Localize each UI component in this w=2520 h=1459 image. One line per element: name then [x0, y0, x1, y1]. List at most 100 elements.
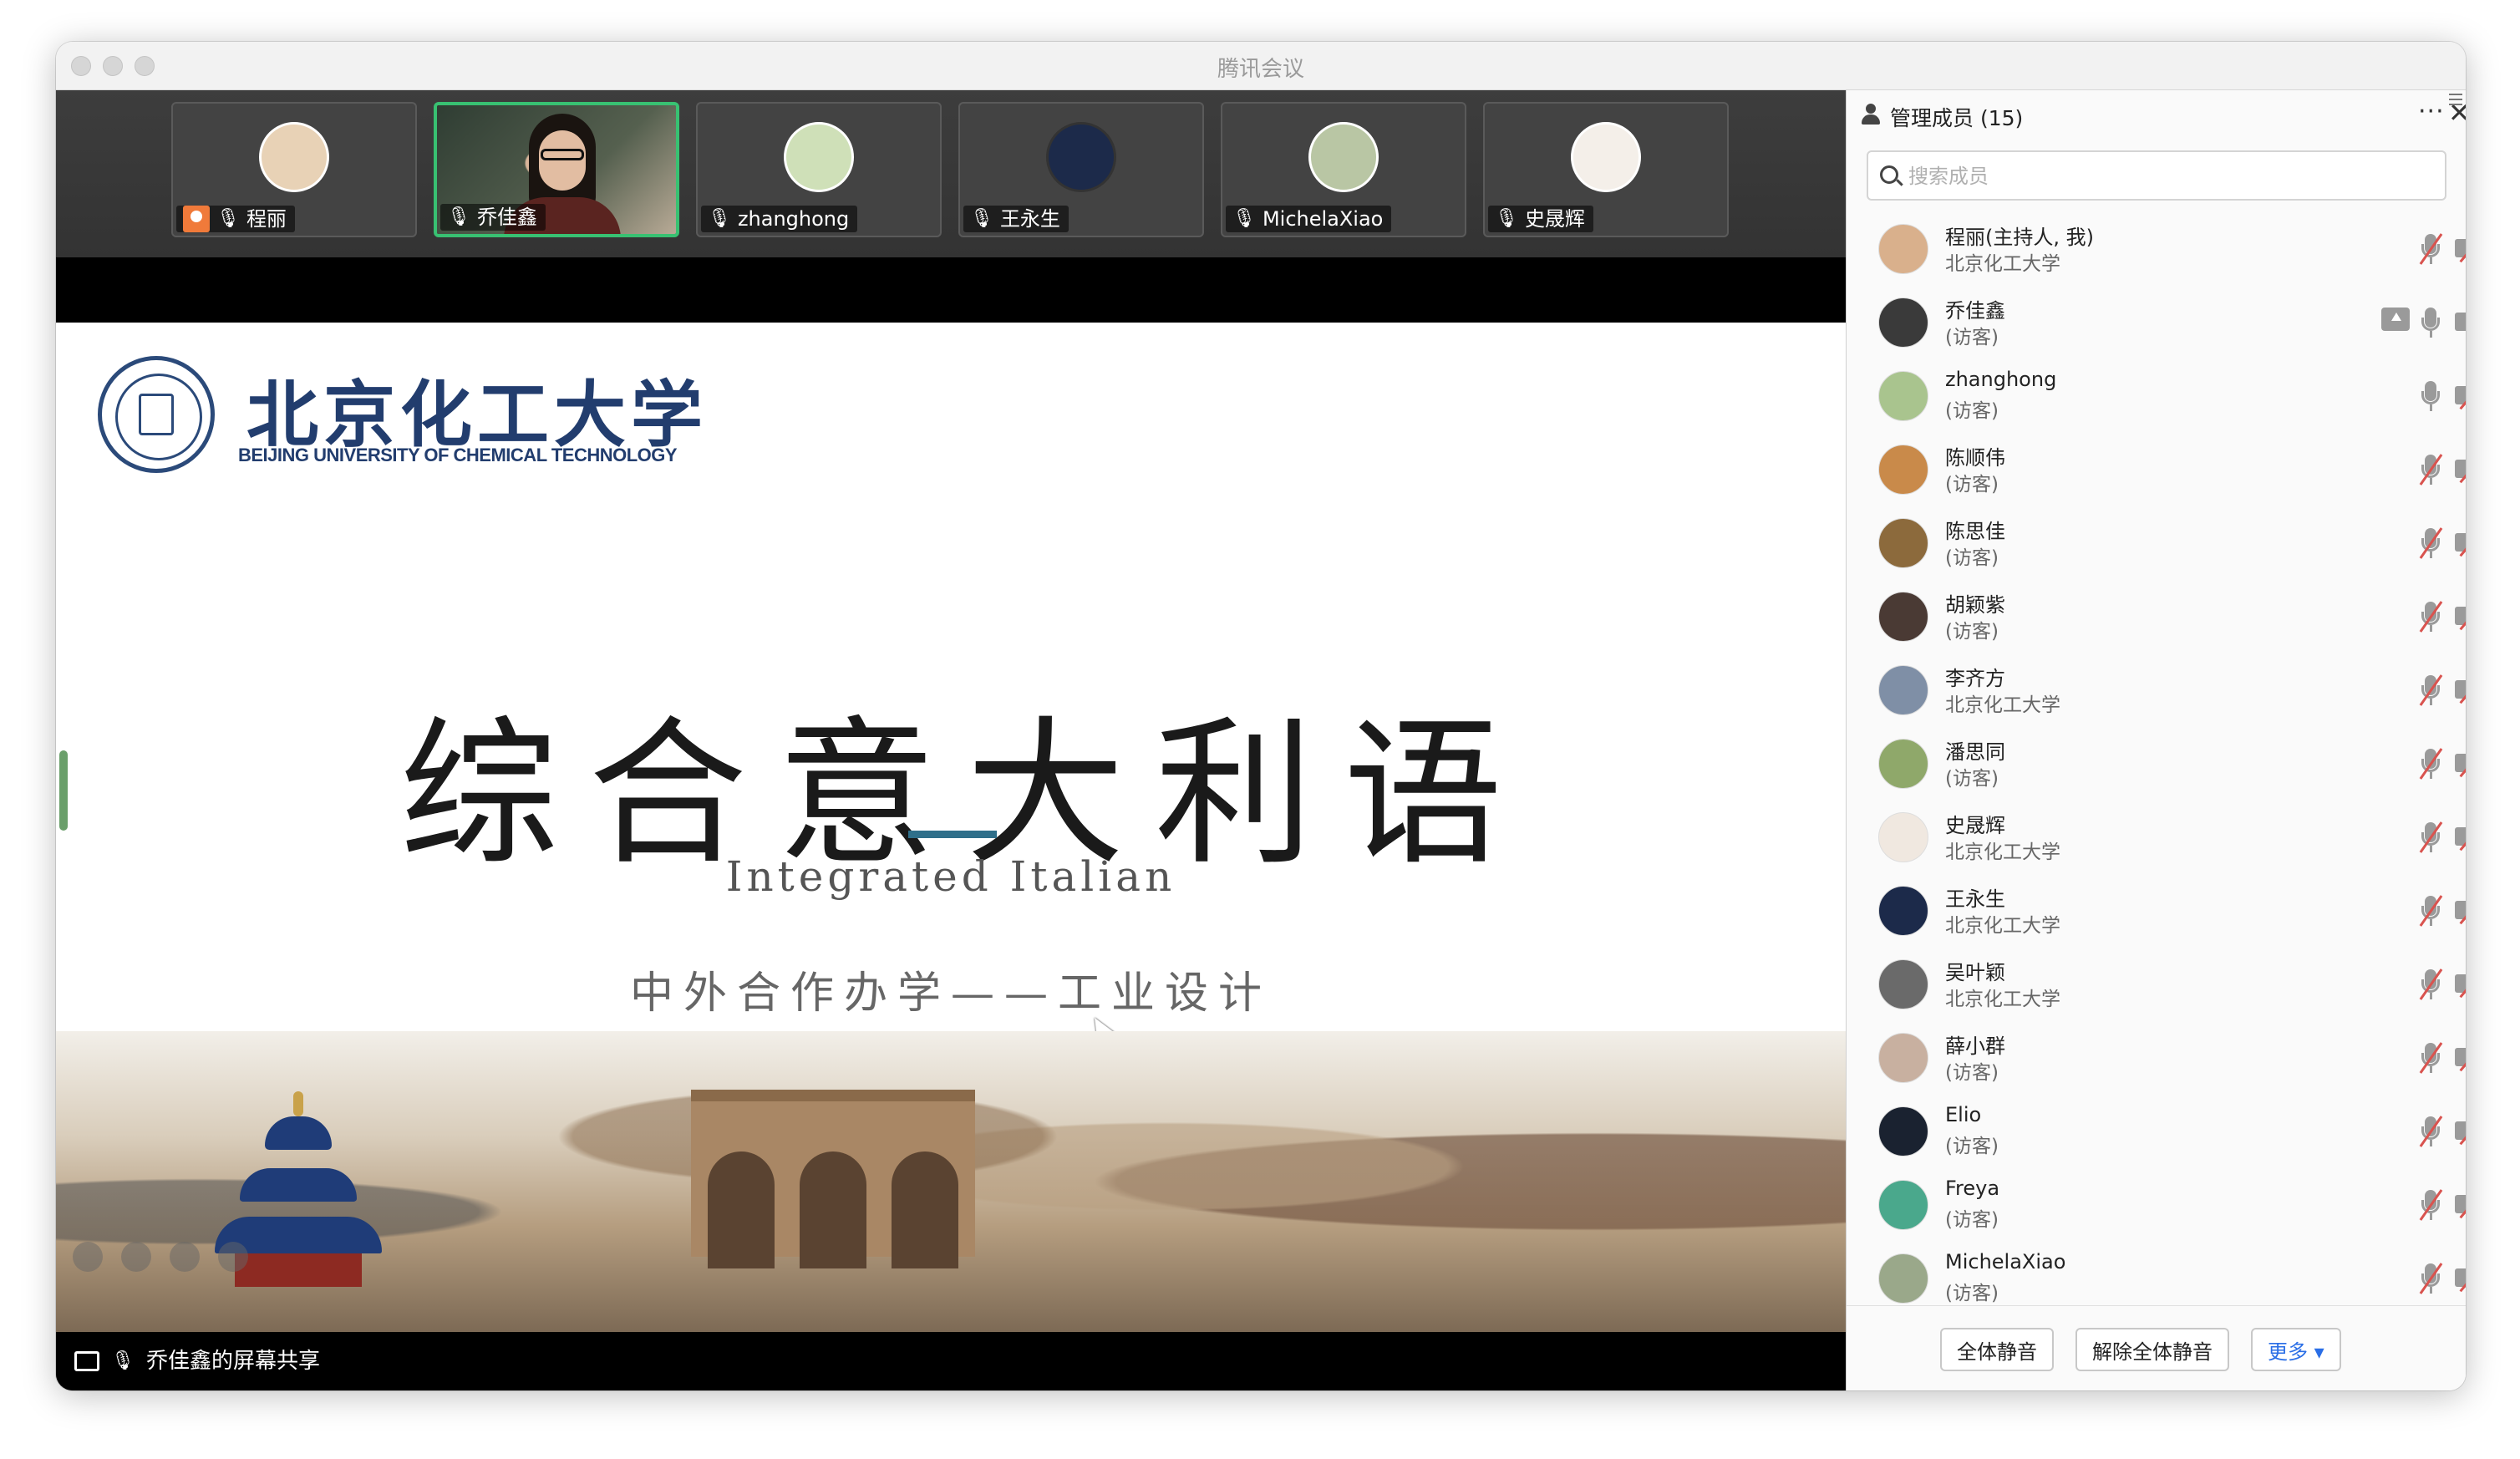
avatar	[1878, 959, 1928, 1009]
mic-muted-icon[interactable]	[2416, 968, 2443, 1001]
camera-off-icon[interactable]	[2455, 235, 2466, 263]
member-row[interactable]: 乔佳鑫 (访客)	[1847, 286, 2466, 359]
avatar	[1878, 445, 1928, 495]
person-icon	[1860, 104, 1882, 125]
members-panel-title: 管理成员 (15)	[1890, 106, 2024, 130]
member-row[interactable]: 陈顺伟 (访客)	[1847, 433, 2466, 506]
play-icon[interactable]	[121, 1242, 151, 1272]
camera-off-icon[interactable]	[2455, 970, 2466, 999]
tile-name-label: 🎙 史晟辉	[1488, 206, 1593, 232]
video-tile[interactable]: 🎙 王永生	[958, 102, 1204, 237]
video-tile[interactable]: 🎙 MichelaXiao	[1221, 102, 1466, 237]
avatar	[1878, 297, 1928, 348]
camera-off-icon[interactable]	[2455, 750, 2466, 778]
mic-muted-icon[interactable]	[2416, 600, 2443, 633]
slide-subtitle-secondary: 中外合作办学——工业设计	[629, 968, 1272, 1019]
avatar	[1878, 1033, 1928, 1083]
panel-menu-icon[interactable]	[2446, 90, 2466, 140]
member-row[interactable]: 潘思同 (访客)	[1847, 727, 2466, 801]
member-row[interactable]: 薛小群 (访客)	[1847, 1021, 2466, 1095]
camera-off-icon[interactable]	[2455, 897, 2466, 925]
camera-off-icon[interactable]	[2455, 1044, 2466, 1072]
member-affiliation: (访客)	[1945, 621, 1999, 643]
mic-muted-icon[interactable]	[2416, 747, 2443, 780]
mute-all-button[interactable]: 全体静音	[1940, 1328, 2054, 1371]
mic-muted-icon: 🎙	[1232, 208, 1256, 229]
screen-share-icon	[2381, 308, 2410, 331]
member-row[interactable]: zhanghong (访客)	[1847, 359, 2466, 433]
tile-name-label: 🎙 程丽	[176, 206, 295, 232]
mic-icon: 🎙	[708, 208, 731, 229]
video-strip: 🎙 程丽 🎙 乔佳鑫 🎙 zhanghong 🎙 王永生 🎙 MichelaXi…	[56, 90, 1846, 257]
camera-off-icon[interactable]	[2455, 455, 2466, 484]
member-row[interactable]: 李齐方 北京化工大学	[1847, 653, 2466, 727]
window-title: 腾讯会议	[1217, 57, 1304, 82]
mic-muted-icon[interactable]	[2416, 1115, 2443, 1148]
member-row[interactable]: 程丽(主持人, 我) 北京化工大学	[1847, 212, 2466, 286]
mic-muted-icon[interactable]	[2416, 232, 2443, 266]
mic-muted-icon[interactable]	[2416, 821, 2443, 854]
video-tile[interactable]: 🎙 程丽	[171, 102, 417, 237]
video-tile-active[interactable]: 🎙 乔佳鑫	[434, 102, 679, 237]
mic-muted-icon[interactable]	[2416, 894, 2443, 928]
mic-muted-icon[interactable]	[2416, 674, 2443, 707]
drag-handle[interactable]	[59, 750, 68, 831]
video-tile[interactable]: 🎙 史晟辉	[1483, 102, 1729, 237]
university-name-en: BEIJING UNIVERSITY OF CHEMICAL TECHNOLOG…	[238, 445, 678, 465]
member-search-box[interactable]	[1867, 150, 2446, 201]
mic-icon[interactable]	[2416, 379, 2443, 413]
member-row[interactable]: MichelaXiao (访客)	[1847, 1242, 2466, 1305]
members-panel-footer: 全体静音 解除全体静音 更多 ▾	[1847, 1305, 2466, 1390]
member-row[interactable]: Elio (访客)	[1847, 1095, 2466, 1168]
member-affiliation: (访客)	[1945, 547, 1999, 569]
member-row[interactable]: 史晟辉 北京化工大学	[1847, 801, 2466, 874]
avatar	[1878, 1106, 1928, 1157]
avatar	[1878, 886, 1928, 936]
member-list[interactable]: 程丽(主持人, 我) 北京化工大学 乔佳鑫 (访客) zhanghong (访客) 陈顺伟 (…	[1847, 212, 2466, 1305]
member-name: 吴叶颖	[1945, 961, 2005, 984]
more-horizontal-icon[interactable]: ···	[2418, 97, 2445, 126]
mic-muted-icon[interactable]	[2416, 1041, 2443, 1075]
camera-icon[interactable]	[2455, 309, 2466, 334]
mic-icon: 🎙	[111, 1350, 135, 1371]
member-name: MichelaXiao	[1945, 1250, 2066, 1273]
member-affiliation: (访客)	[1945, 1209, 1999, 1231]
avatar	[1878, 224, 1928, 274]
unmute-all-button[interactable]: 解除全体静音	[2075, 1328, 2229, 1371]
video-tile[interactable]: 🎙 zhanghong	[696, 102, 942, 237]
camera-off-icon[interactable]	[2455, 602, 2466, 631]
mic-muted-icon[interactable]	[2416, 526, 2443, 560]
prev-slide-icon[interactable]	[73, 1242, 103, 1272]
mic-icon[interactable]	[2416, 306, 2443, 339]
presentation-controls[interactable]	[73, 1242, 248, 1272]
member-row[interactable]: 陈思佳 (访客)	[1847, 506, 2466, 580]
camera-off-icon[interactable]	[2455, 676, 2466, 704]
member-name: 潘思同	[1945, 740, 2005, 764]
member-name: 史晟辉	[1945, 814, 2005, 837]
member-name: 陈思佳	[1945, 520, 2005, 543]
member-row[interactable]: 王永生 北京化工大学	[1847, 874, 2466, 948]
screen-share-bar: 🎙 乔佳鑫的屏幕共享	[56, 1332, 1846, 1390]
member-affiliation: (访客)	[1945, 1283, 1999, 1304]
camera-off-icon[interactable]	[2455, 1191, 2466, 1219]
camera-off-icon[interactable]	[2455, 823, 2466, 852]
shared-screen[interactable]: 北京化工大学 BEIJING UNIVERSITY OF CHEMICAL TE…	[56, 323, 1846, 1332]
member-affiliation: (访客)	[1945, 400, 1999, 422]
camera-off-icon[interactable]	[2455, 1264, 2466, 1293]
mic-muted-icon[interactable]	[2416, 1262, 2443, 1295]
options-icon[interactable]	[218, 1242, 248, 1272]
member-name: 程丽(主持人, 我)	[1945, 226, 2094, 249]
pen-icon[interactable]	[170, 1242, 200, 1272]
member-row[interactable]: 胡颖紫 (访客)	[1847, 580, 2466, 653]
mic-muted-icon[interactable]	[2416, 453, 2443, 486]
member-search-input[interactable]	[1908, 160, 2426, 192]
camera-off-icon[interactable]	[2455, 1117, 2466, 1146]
member-row[interactable]: Freya (访客)	[1847, 1168, 2466, 1242]
camera-off-icon[interactable]	[2455, 529, 2466, 557]
member-row[interactable]: 吴叶颖 北京化工大学	[1847, 948, 2466, 1021]
avatar	[1878, 1253, 1928, 1304]
more-button[interactable]: 更多 ▾	[2251, 1328, 2341, 1371]
member-name: 乔佳鑫	[1945, 299, 2005, 323]
camera-off-icon[interactable]	[2455, 382, 2466, 410]
mic-muted-icon[interactable]	[2416, 1188, 2443, 1222]
